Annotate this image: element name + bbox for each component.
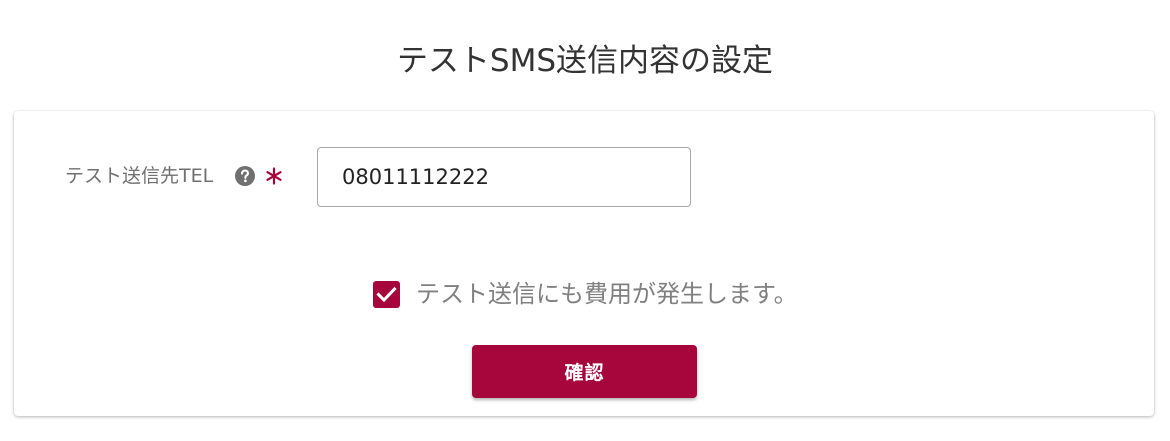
cost-notice-label[interactable]: テスト送信にも費用が発生します。 [416, 277, 798, 311]
cost-notice-checkbox[interactable] [373, 280, 400, 308]
tel-field-label: テスト送信先TEL [65, 165, 214, 187]
checkmark-icon [376, 286, 397, 302]
settings-card: テスト送信先TEL テスト送信にも費用が発生します。 確認 [14, 111, 1154, 416]
page-title: テストSMS送信内容の設定 [396, 43, 774, 79]
question-circle-icon[interactable] [235, 166, 255, 186]
cost-notice-checkbox-row[interactable]: テスト送信にも費用が発生します。 [373, 277, 798, 311]
confirm-button[interactable]: 確認 [472, 345, 697, 398]
tel-input[interactable] [317, 147, 691, 207]
required-asterisk-icon [265, 167, 283, 185]
